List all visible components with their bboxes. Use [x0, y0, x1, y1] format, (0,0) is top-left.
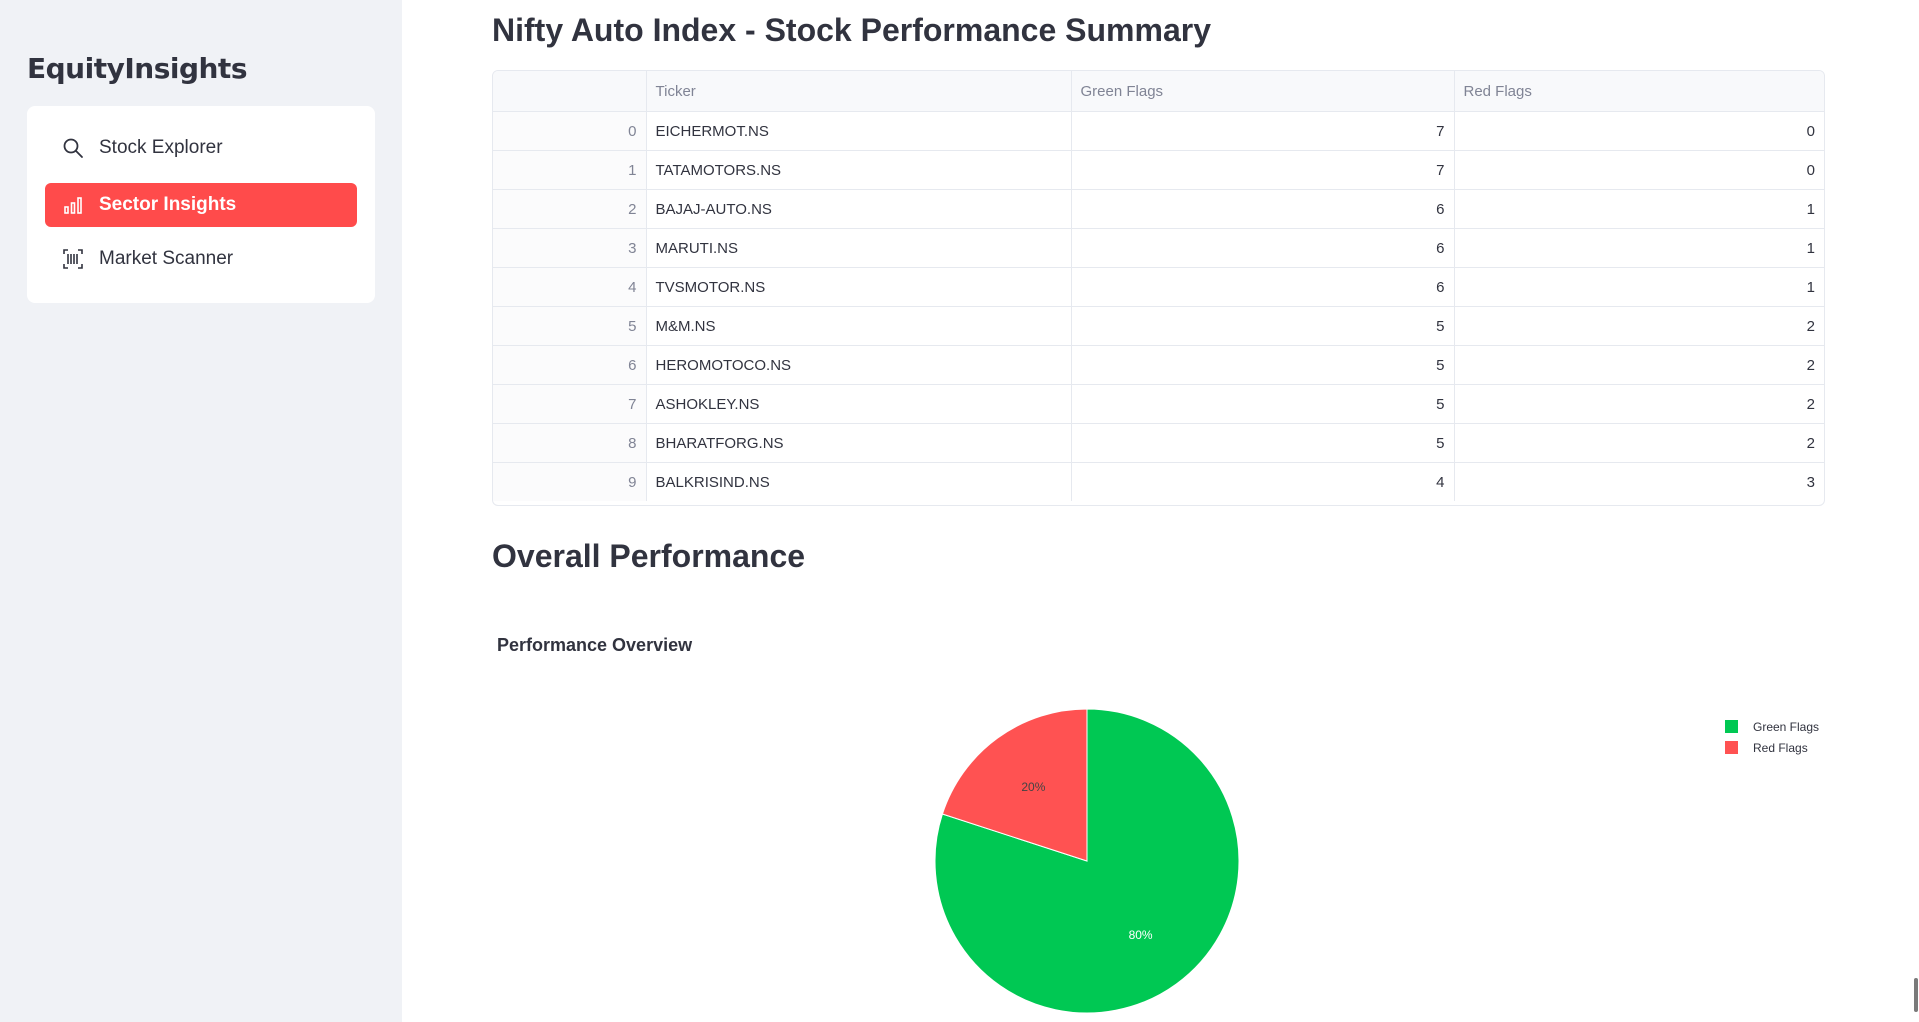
pie-slice-green-flags[interactable]	[934, 708, 1240, 1014]
table-row[interactable]: 5 M&M.NS 5 2	[493, 306, 1824, 346]
ticker-cell[interactable]: M&M.NS	[646, 306, 1072, 346]
green-flags-cell[interactable]: 5	[1071, 345, 1455, 385]
table-row[interactable]: 0 EICHERMOT.NS 7 0	[493, 111, 1824, 151]
row-index-cell[interactable]: 6	[493, 345, 647, 385]
barcode-scan-icon	[61, 247, 85, 271]
red-flags-cell[interactable]: 1	[1454, 189, 1824, 229]
legend-label[interactable]: Green Flags	[1753, 720, 1819, 734]
red-flags-cell[interactable]: 2	[1454, 384, 1824, 424]
column-header-red-flags[interactable]: Red Flags	[1454, 71, 1824, 112]
ticker-cell[interactable]: MARUTI.NS	[646, 228, 1072, 268]
red-flags-cell[interactable]: 0	[1454, 150, 1824, 190]
table-row[interactable]: 4 TVSMOTOR.NS 6 1	[493, 267, 1824, 307]
red-flags-cell[interactable]: 1	[1454, 228, 1824, 268]
ticker-cell[interactable]: TATAMOTORS.NS	[646, 150, 1072, 190]
row-index-cell[interactable]: 9	[493, 462, 647, 501]
nav-item-market-scanner[interactable]: Market Scanner	[45, 237, 357, 281]
section-title: Overall Performance	[492, 538, 806, 574]
red-flags-cell[interactable]: 1	[1454, 267, 1824, 307]
ticker-cell[interactable]: ASHOKLEY.NS	[646, 384, 1072, 424]
ticker-cell[interactable]: TVSMOTOR.NS	[646, 267, 1072, 307]
legend-swatch[interactable]	[1725, 741, 1738, 754]
red-flags-cell[interactable]: 3	[1454, 463, 1824, 502]
legend-swatch[interactable]	[1725, 720, 1738, 733]
ticker-cell[interactable]: HEROMOTOCO.NS	[646, 345, 1072, 385]
row-index-cell[interactable]: 5	[493, 306, 647, 346]
red-flags-cell[interactable]: 2	[1454, 345, 1824, 385]
ticker-cell[interactable]: EICHERMOT.NS	[646, 111, 1072, 151]
green-flags-cell[interactable]: 6	[1071, 228, 1455, 268]
table-row[interactable]: 9 BALKRISIND.NS 4 3	[493, 462, 1824, 502]
green-flags-cell[interactable]: 5	[1071, 306, 1455, 346]
table-row[interactable]: 7 ASHOKLEY.NS 5 2	[493, 384, 1824, 424]
red-flags-cell[interactable]: 2	[1454, 306, 1824, 346]
green-flags-cell[interactable]: 7	[1071, 111, 1455, 151]
table-row[interactable]: 6 HEROMOTOCO.NS 5 2	[493, 345, 1824, 385]
bar-chart-icon	[61, 193, 85, 217]
green-flags-cell[interactable]: 6	[1071, 189, 1455, 229]
nav-item-label: Sector Insights	[99, 194, 237, 215]
pie-slice-label: 20%	[1021, 780, 1045, 794]
nav-item-label: Market Scanner	[99, 248, 234, 269]
green-flags-cell[interactable]: 5	[1071, 384, 1455, 424]
red-flags-cell[interactable]: 0	[1454, 111, 1824, 151]
nav-menu: Stock Explorer Sector Insights Market Sc…	[27, 106, 375, 303]
page-title: Nifty Auto Index - Stock Performance Sum…	[492, 12, 1211, 48]
red-flags-cell[interactable]: 2	[1454, 423, 1824, 463]
green-flags-cell[interactable]: 4	[1071, 462, 1455, 501]
search-icon	[61, 136, 85, 160]
nav-item-label: Stock Explorer	[99, 137, 223, 158]
pie-slice-red-flags[interactable]	[941, 708, 1088, 862]
ticker-cell[interactable]: BHARATFORG.NS	[646, 423, 1072, 463]
nav-item-stock-explorer[interactable]: Stock Explorer	[45, 126, 357, 170]
performance-table[interactable]: Ticker Green Flags Red Flags 0 EICHERMOT.…	[492, 70, 1825, 506]
column-header-ticker[interactable]: Ticker	[646, 71, 1072, 112]
table-header-row: Ticker Green Flags Red Flags	[493, 71, 1824, 112]
row-index-cell[interactable]: 0	[493, 111, 647, 151]
green-flags-cell[interactable]: 7	[1071, 150, 1455, 190]
row-index-cell[interactable]: 3	[493, 228, 647, 268]
sidebar: EquityInsights Stock Explorer Sector Ins…	[0, 0, 402, 1022]
green-flags-cell[interactable]: 6	[1071, 267, 1455, 307]
row-index-cell[interactable]: 7	[493, 384, 647, 424]
table-row[interactable]: 3 MARUTI.NS 6 1	[493, 228, 1824, 268]
table-row[interactable]: 8 BHARATFORG.NS 5 2	[493, 423, 1824, 463]
ticker-cell[interactable]: BAJAJ-AUTO.NS	[646, 189, 1072, 229]
chart-title: Performance Overview	[497, 635, 693, 655]
pie-slice-label: 80%	[1129, 928, 1153, 942]
column-header-green-flags[interactable]: Green Flags	[1071, 71, 1455, 112]
row-index-cell[interactable]: 1	[493, 150, 647, 190]
row-index-cell[interactable]: 4	[493, 267, 647, 307]
row-index-cell[interactable]: 2	[493, 189, 647, 229]
nav-item-sector-insights[interactable]: Sector Insights	[45, 183, 357, 227]
row-index-cell[interactable]: 8	[493, 423, 647, 463]
table-row[interactable]: 2 BAJAJ-AUTO.NS 6 1	[493, 189, 1824, 229]
app-brand: EquityInsights	[27, 52, 247, 85]
green-flags-cell[interactable]: 5	[1071, 423, 1455, 463]
table-row[interactable]: 1 TATAMOTORS.NS 7 0	[493, 150, 1824, 190]
legend-label[interactable]: Red Flags	[1753, 741, 1808, 755]
column-header-index[interactable]	[493, 71, 647, 112]
scrollbar-thumb[interactable]	[1914, 978, 1918, 1012]
ticker-cell[interactable]: BALKRISIND.NS	[646, 462, 1072, 501]
